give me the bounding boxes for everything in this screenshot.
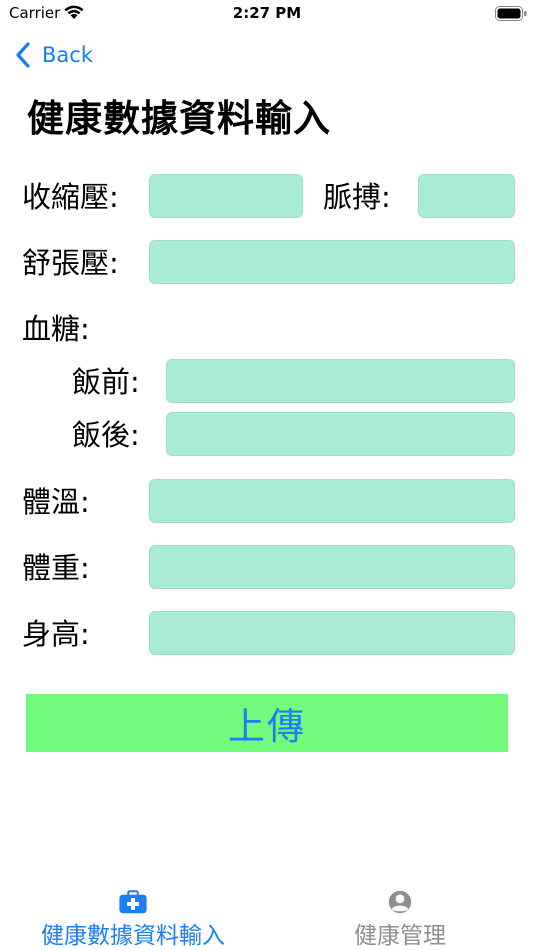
- height-label: 身高:: [22, 617, 90, 651]
- back-button[interactable]: Back: [14, 38, 93, 72]
- after-meal-input[interactable]: [166, 412, 515, 456]
- status-bar: Carrier 2:27 PM: [0, 0, 534, 28]
- temperature-label: 體溫:: [22, 485, 90, 519]
- pulse-label: 脈搏:: [323, 180, 391, 214]
- battery-icon: [495, 6, 527, 21]
- chevron-left-icon: [16, 42, 30, 68]
- screen: Carrier 2:27 PM Back 健康數據資料輸入 收縮壓: 脈搏: 舒…: [0, 0, 534, 950]
- tab-health-management[interactable]: 健康管理: [340, 890, 460, 950]
- upload-button[interactable]: 上傳: [26, 694, 508, 752]
- temperature-input[interactable]: [149, 479, 515, 523]
- systolic-input[interactable]: [149, 174, 303, 218]
- diastolic-label: 舒張壓:: [22, 246, 119, 280]
- weight-label: 體重:: [22, 551, 90, 585]
- tab-health-data-entry[interactable]: 健康數據資料輸入: [24, 890, 242, 950]
- pulse-input[interactable]: [418, 174, 515, 218]
- tab-label: 健康數據資料輸入: [41, 923, 225, 949]
- diastolic-input[interactable]: [149, 240, 515, 284]
- tab-label: 健康管理: [354, 923, 446, 949]
- weight-input[interactable]: [149, 545, 515, 589]
- medical-kit-icon: [119, 890, 147, 914]
- after-meal-label: 飯後:: [72, 418, 140, 452]
- height-input[interactable]: [149, 611, 515, 655]
- before-meal-label: 飯前:: [72, 365, 140, 399]
- back-label: Back: [42, 43, 93, 67]
- person-circle-icon: [388, 890, 412, 914]
- page-title: 健康數據資料輸入: [27, 97, 331, 140]
- blood-sugar-label: 血糖:: [22, 312, 90, 346]
- status-time: 2:27 PM: [232, 4, 302, 22]
- systolic-label: 收縮壓:: [22, 180, 119, 214]
- before-meal-input[interactable]: [166, 359, 515, 403]
